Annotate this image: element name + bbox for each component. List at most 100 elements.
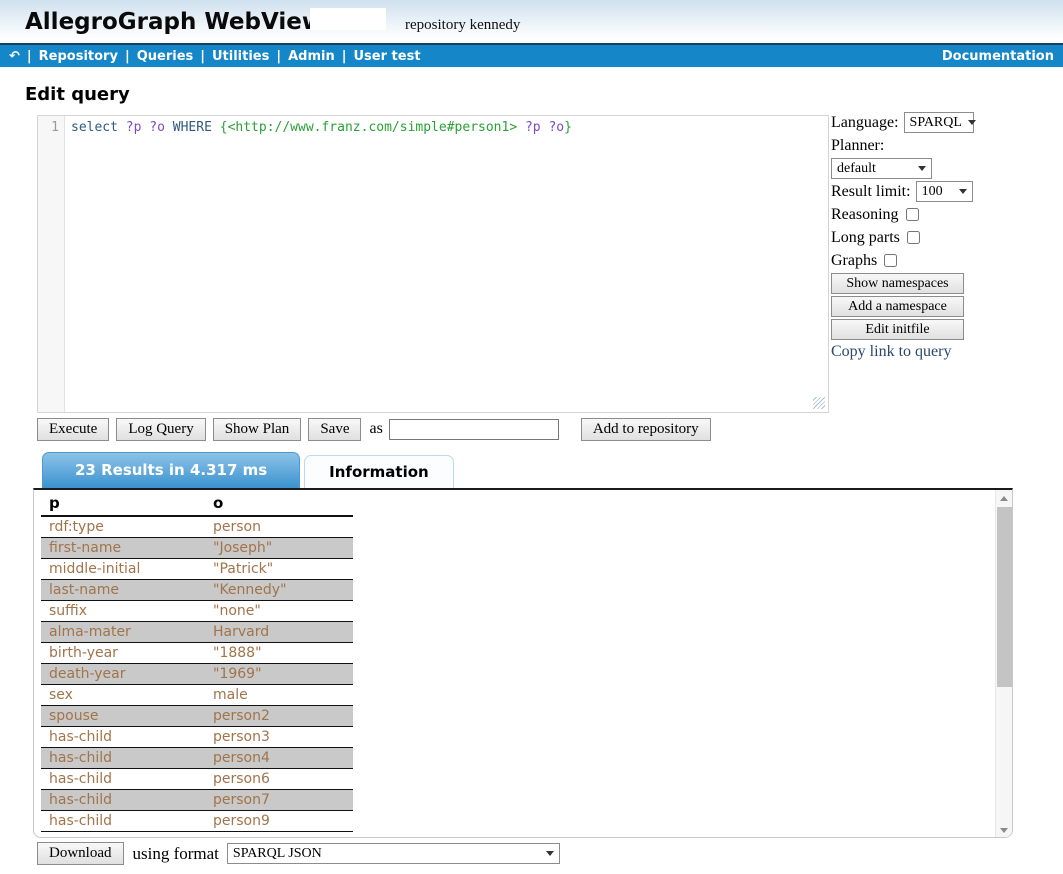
table-row: has-childperson6 <box>41 769 353 790</box>
reasoning-label: Reasoning <box>831 206 899 224</box>
result-cell[interactable]: person2 <box>205 706 353 727</box>
code-token: { <box>220 120 228 135</box>
using-format-label: using format <box>133 844 219 864</box>
long-parts-checkbox[interactable] <box>907 231 920 244</box>
nav-item-repository[interactable]: Repository <box>39 49 118 64</box>
nav-separator: | <box>27 49 32 64</box>
result-cell[interactable]: "1888" <box>205 643 353 664</box>
result-cell[interactable]: person4 <box>205 748 353 769</box>
add-a-namespace-button[interactable]: Add a namespace <box>831 296 964 317</box>
nav-item-queries[interactable]: Queries <box>137 49 194 64</box>
result-cell[interactable]: last-name <box>41 580 205 601</box>
result-cell[interactable]: sex <box>41 685 205 706</box>
table-row: middle-initial"Patrick" <box>41 559 353 580</box>
app-title: AllegroGraph WebView <box>25 9 323 35</box>
graphs-checkbox[interactable] <box>884 254 897 267</box>
result-cell[interactable]: person7 <box>205 790 353 811</box>
result-cell[interactable]: Harvard <box>205 622 353 643</box>
table-row: has-childperson9 <box>41 811 353 832</box>
code-token: WHERE <box>173 120 212 135</box>
reasoning-checkbox[interactable] <box>906 208 919 221</box>
results-table-body: rdf:typepersonfirst-name"Joseph"middle-i… <box>41 516 353 832</box>
nav-item-utilities[interactable]: Utilities <box>212 49 269 64</box>
show-plan-button[interactable]: Show Plan <box>213 418 302 441</box>
nav-item-admin[interactable]: Admin <box>288 49 335 64</box>
nav-item-documentation[interactable]: Documentation <box>942 49 1063 64</box>
agwebview-page: AllegroGraph WebView repository kennedy … <box>0 0 1063 874</box>
edit-initfile-button[interactable]: Edit initfile <box>831 319 964 340</box>
table-row: last-name"Kennedy" <box>41 580 353 601</box>
result-cell[interactable]: birth-year <box>41 643 205 664</box>
result-cell[interactable]: has-child <box>41 769 205 790</box>
planner-select[interactable]: default <box>831 158 932 179</box>
save-button[interactable]: Save <box>308 418 361 441</box>
planner-value: default <box>837 161 876 177</box>
result-cell[interactable]: suffix <box>41 601 205 622</box>
result-limit-label: Result limit: <box>831 183 911 201</box>
result-cell[interactable]: "1969" <box>205 664 353 685</box>
namespace-buttons: Show namespacesAdd a namespaceEdit initf… <box>831 273 1059 340</box>
result-cell[interactable]: person <box>205 516 353 538</box>
result-cell[interactable]: first-name <box>41 538 205 559</box>
result-cell[interactable]: has-child <box>41 748 205 769</box>
download-format-value: SPARQL JSON <box>233 846 322 862</box>
code-token: ?o <box>149 120 165 135</box>
query-editor[interactable]: 1 select ?p ?o WHERE {<http://www.franz.… <box>37 115 829 413</box>
code-token: ?o <box>548 120 564 135</box>
log-query-button[interactable]: Log Query <box>116 418 205 441</box>
table-row: first-name"Joseph" <box>41 538 353 559</box>
result-cell[interactable]: "Joseph" <box>205 538 353 559</box>
scroll-up-icon[interactable] <box>996 490 1012 506</box>
code-line[interactable]: select ?p ?o WHERE {<http://www.franz.co… <box>65 116 572 412</box>
result-cell[interactable]: "Kennedy" <box>205 580 353 601</box>
result-limit-select[interactable]: 100 <box>916 181 973 202</box>
vertical-scrollbar[interactable] <box>995 490 1012 838</box>
language-select[interactable]: SPARQL <box>904 112 974 133</box>
result-cell[interactable]: alma-mater <box>41 622 205 643</box>
download-format-select[interactable]: SPARQL JSON <box>227 843 560 864</box>
tabs: 23 Results in 4.317 msInformation <box>42 452 454 488</box>
result-cell[interactable]: person9 <box>205 811 353 832</box>
code-token: select <box>71 120 118 135</box>
language-value: SPARQL <box>910 115 962 131</box>
result-cell[interactable]: has-child <box>41 790 205 811</box>
code-token: } <box>564 120 572 135</box>
chevron-down-icon <box>546 851 554 856</box>
result-cell[interactable]: rdf:type <box>41 516 205 538</box>
table-row: sexmale <box>41 685 353 706</box>
result-cell[interactable]: death-year <box>41 664 205 685</box>
resize-grip-icon[interactable] <box>813 397 825 409</box>
download-button[interactable]: Download <box>37 842 124 865</box>
tab-results[interactable]: 23 Results in 4.317 ms <box>42 452 300 488</box>
result-cell[interactable]: "none" <box>205 601 353 622</box>
copy-link-to-query[interactable]: Copy link to query <box>831 343 1059 361</box>
header-row: po <box>41 492 353 516</box>
result-cell[interactable]: "Patrick" <box>205 559 353 580</box>
scroll-down-icon[interactable] <box>996 822 1012 838</box>
nav-separator: | <box>342 49 347 64</box>
language-label: Language: <box>831 114 899 132</box>
result-cell[interactable]: person3 <box>205 727 353 748</box>
scrollbar-thumb[interactable] <box>997 507 1012 687</box>
table-row: has-childperson7 <box>41 790 353 811</box>
result-cell[interactable]: has-child <box>41 727 205 748</box>
table-row: rdf:typeperson <box>41 516 353 538</box>
nav-item-user-test[interactable]: User test <box>354 49 421 64</box>
code-token: ?p <box>525 120 541 135</box>
execute-button[interactable]: Execute <box>37 418 109 441</box>
long-parts-label: Long parts <box>831 229 900 247</box>
save-name-input[interactable] <box>389 419 559 440</box>
result-cell[interactable]: has-child <box>41 811 205 832</box>
nav-menu: ↶ |Repository|Queries|Utilities|Admin|Us… <box>0 49 421 64</box>
result-cell[interactable]: person6 <box>205 769 353 790</box>
add-to-repository-button[interactable]: Add to repository <box>581 418 711 441</box>
code-token: <http://www.franz.com/simple#person1> <box>228 120 518 135</box>
result-cell[interactable]: male <box>205 685 353 706</box>
back-arrow-icon[interactable]: ↶ <box>9 49 20 64</box>
tab-information[interactable]: Information <box>304 455 454 488</box>
result-cell[interactable]: middle-initial <box>41 559 205 580</box>
app-header: AllegroGraph WebView repository kennedy <box>0 0 1063 43</box>
action-bar: Execute Log Query Show Plan Save as Add … <box>37 417 711 441</box>
show-namespaces-button[interactable]: Show namespaces <box>831 273 964 294</box>
result-cell[interactable]: spouse <box>41 706 205 727</box>
